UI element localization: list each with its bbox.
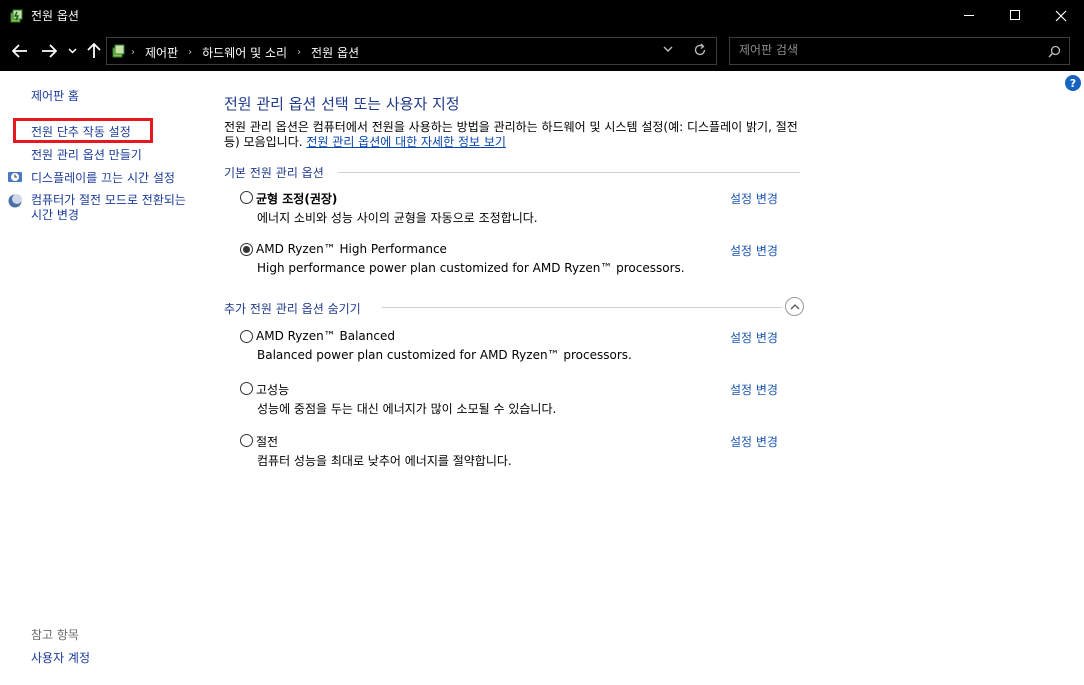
control-panel-icon <box>112 44 125 58</box>
breadcrumb-hardware-sound[interactable]: 하드웨어 및 소리 <box>202 44 287 61</box>
breadcrumb-separator-icon: › <box>131 47 135 58</box>
arrow-up-icon <box>87 43 101 58</box>
plan-name[interactable]: 절전 <box>256 433 278 450</box>
divider <box>338 172 800 173</box>
breadcrumb: › 제어판 › 하드웨어 및 소리 › 전원 옵션 <box>131 44 359 61</box>
window-title: 전원 옵션 <box>31 9 79 23</box>
display-off-time-link[interactable]: 디스플레이를 끄는 시간 설정 <box>31 169 175 186</box>
search-input[interactable] <box>739 43 1029 57</box>
plan-radio-high-performance[interactable] <box>240 382 253 395</box>
change-plan-settings-link[interactable]: 설정 변경 <box>730 433 778 450</box>
create-power-plan-link[interactable]: 전원 관리 옵션 만들기 <box>31 146 142 163</box>
page-description: 전원 관리 옵션은 컴퓨터에서 전원을 사용하는 방법을 관리하는 하드웨어 및… <box>224 120 804 150</box>
up-button[interactable] <box>83 40 105 62</box>
control-panel-home-link[interactable]: 제어판 홈 <box>31 87 79 104</box>
back-button[interactable] <box>9 40 31 62</box>
minimize-icon <box>963 15 974 16</box>
breadcrumb-control-panel[interactable]: 제어판 <box>145 44 178 61</box>
power-button-settings-link[interactable]: 전원 단추 작동 설정 <box>31 123 131 140</box>
plan-description: Balanced power plan customized for AMD R… <box>257 348 632 362</box>
arrow-left-icon <box>12 44 27 58</box>
more-info-link[interactable]: 전원 관리 옵션에 대한 자세한 정보 보기 <box>306 135 506 149</box>
minimize-button[interactable] <box>946 0 992 31</box>
search-box <box>729 37 1070 65</box>
divider <box>382 307 782 308</box>
plan-description: 성능에 중점을 두는 대신 에너지가 많이 소모될 수 있습니다. <box>257 402 557 416</box>
plan-name[interactable]: 균형 조정(권장) <box>256 190 337 207</box>
change-plan-settings-link[interactable]: 설정 변경 <box>730 381 778 398</box>
refresh-icon[interactable] <box>693 43 707 57</box>
arrow-right-icon <box>42 44 57 58</box>
title-bar: 전원 옵션 <box>0 0 1084 31</box>
task-pane: 제어판 홈 전원 단추 작동 설정 전원 관리 옵션 만들기 디스플레이를 끄는… <box>0 71 203 685</box>
maximize-icon <box>1009 10 1020 20</box>
change-plan-settings-link[interactable]: 설정 변경 <box>730 329 778 346</box>
plan-radio-amd-high-performance[interactable] <box>240 243 253 256</box>
preferred-plans-heading: 기본 전원 관리 옵션 <box>224 166 324 180</box>
power-options-window: 전원 옵션 › 제어판 › 하드웨어 및 소리 › 전원 옵션 제어판 검색 제… <box>0 0 1084 685</box>
breadcrumb-separator-icon: › <box>297 47 302 58</box>
plan-name[interactable]: 고성능 <box>256 381 289 398</box>
plan-description: 에너지 소비와 성능 사이의 균형을 자동으로 조정합니다. <box>257 211 538 225</box>
forward-button[interactable] <box>38 40 60 62</box>
search-icon[interactable] <box>1048 45 1061 58</box>
change-plan-settings-link[interactable]: 설정 변경 <box>730 242 778 259</box>
close-button[interactable] <box>1038 0 1084 31</box>
plan-name[interactable]: AMD Ryzen™ High Performance <box>256 242 447 256</box>
help-button[interactable]: ? <box>1065 75 1081 91</box>
plan-description: 컴퓨터 성능을 최대로 낮추어 에너지를 절약합니다. <box>257 454 512 468</box>
sleep-time-link[interactable]: 컴퓨터가 절전 모드로 전환되는 시간 변경 <box>31 193 191 223</box>
recent-locations-button[interactable] <box>64 40 80 62</box>
close-icon <box>1055 10 1067 21</box>
plan-radio-balanced[interactable] <box>240 191 253 204</box>
plan-name[interactable]: AMD Ryzen™ Balanced <box>256 329 395 343</box>
navigation-bar: › 제어판 › 하드웨어 및 소리 › 전원 옵션 <box>0 31 1084 71</box>
additional-plans-heading[interactable]: 추가 전원 관리 옵션 숨기기 <box>224 300 361 317</box>
maximize-button[interactable] <box>992 0 1038 31</box>
breadcrumb-power-options[interactable]: 전원 옵션 <box>311 44 359 61</box>
plan-description: High performance power plan customized f… <box>257 261 685 275</box>
plan-radio-amd-balanced[interactable] <box>240 330 253 343</box>
address-bar[interactable]: › 제어판 › 하드웨어 및 소리 › 전원 옵션 <box>106 37 717 65</box>
plan-radio-power-saver[interactable] <box>240 434 253 447</box>
breadcrumb-separator-icon: › <box>188 47 193 58</box>
chevron-down-icon <box>67 48 77 54</box>
power-options-icon <box>10 9 23 23</box>
user-accounts-link[interactable]: 사용자 계정 <box>31 649 90 666</box>
address-dropdown-icon[interactable] <box>663 46 673 53</box>
collapse-button[interactable] <box>785 297 804 316</box>
see-also-heading: 참고 항목 <box>31 628 79 642</box>
page-title: 전원 관리 옵션 선택 또는 사용자 지정 <box>224 95 460 113</box>
sleep-moon-icon <box>8 194 22 208</box>
help-icon: ? <box>1069 76 1077 90</box>
display-clock-icon <box>8 172 22 182</box>
chevron-up-icon <box>790 304 799 310</box>
change-plan-settings-link[interactable]: 설정 변경 <box>730 190 778 207</box>
